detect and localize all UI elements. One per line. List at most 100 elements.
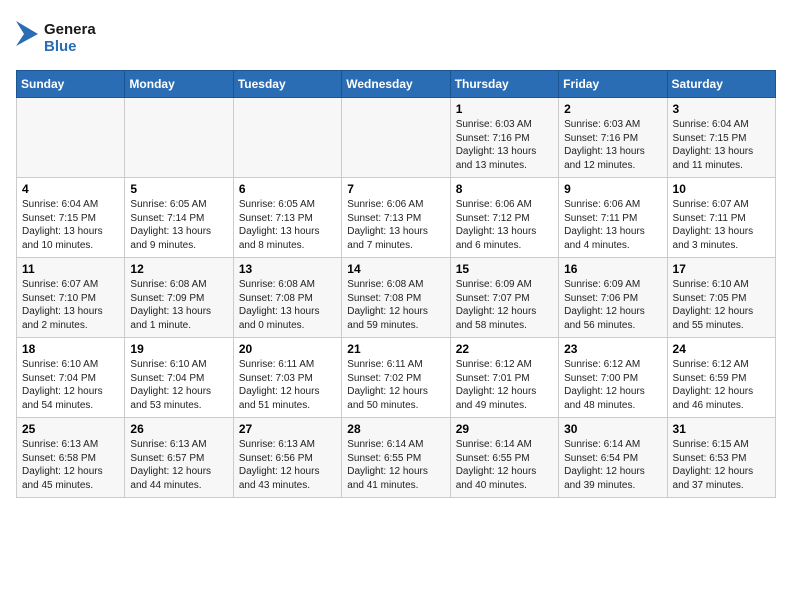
calendar-table: SundayMondayTuesdayWednesdayThursdayFrid… — [16, 70, 776, 498]
svg-text:Blue: Blue — [44, 38, 77, 55]
day-info: Sunrise: 6:08 AM Sunset: 7:08 PM Dayligh… — [347, 278, 444, 332]
calendar-cell-week0-day2 — [233, 98, 341, 178]
day-number: 29 — [456, 422, 553, 436]
calendar-cell-week2-day6: 17 Sunrise: 6:10 AM Sunset: 7:05 PM Dayli… — [667, 258, 775, 338]
calendar-cell-week4-day5: 30 Sunrise: 6:14 AM Sunset: 6:54 PM Dayli… — [559, 418, 667, 498]
day-info: Sunrise: 6:10 AM Sunset: 7:05 PM Dayligh… — [673, 278, 770, 332]
day-number: 20 — [239, 342, 336, 356]
day-number: 27 — [239, 422, 336, 436]
day-number: 31 — [673, 422, 770, 436]
weekday-header-thursday: Thursday — [450, 71, 558, 98]
day-info: Sunrise: 6:13 AM Sunset: 6:56 PM Dayligh… — [239, 438, 336, 492]
calendar-cell-week2-day2: 13 Sunrise: 6:08 AM Sunset: 7:08 PM Dayli… — [233, 258, 341, 338]
day-number: 1 — [456, 102, 553, 116]
weekday-header-wednesday: Wednesday — [342, 71, 450, 98]
day-number: 15 — [456, 262, 553, 276]
day-number: 17 — [673, 262, 770, 276]
calendar-cell-week1-day6: 10Sunrise: 6:07 AM Sunset: 7:11 PM Dayli… — [667, 178, 775, 258]
calendar-cell-week2-day1: 12 Sunrise: 6:08 AM Sunset: 7:09 PM Dayli… — [125, 258, 233, 338]
calendar-cell-week2-day5: 16Sunrise: 6:09 AM Sunset: 7:06 PM Dayli… — [559, 258, 667, 338]
day-number: 2 — [564, 102, 661, 116]
logo-svg: GeneralBlue — [16, 16, 96, 60]
weekday-header-tuesday: Tuesday — [233, 71, 341, 98]
calendar-cell-week1-day5: 9 Sunrise: 6:06 AM Sunset: 7:11 PM Daylig… — [559, 178, 667, 258]
day-info: Sunrise: 6:14 AM Sunset: 6:55 PM Dayligh… — [347, 438, 444, 492]
calendar-cell-week4-day4: 29 Sunrise: 6:14 AM Sunset: 6:55 PM Dayli… — [450, 418, 558, 498]
day-number: 28 — [347, 422, 444, 436]
day-info: Sunrise: 6:08 AM Sunset: 7:08 PM Dayligh… — [239, 278, 336, 332]
calendar-cell-week3-day6: 24 Sunrise: 6:12 AM Sunset: 6:59 PM Dayli… — [667, 338, 775, 418]
day-info: Sunrise: 6:03 AM Sunset: 7:16 PM Dayligh… — [456, 118, 553, 172]
day-info: Sunrise: 6:04 AM Sunset: 7:15 PM Dayligh… — [22, 198, 119, 252]
calendar-cell-week3-day5: 23 Sunrise: 6:12 AM Sunset: 7:00 PM Dayli… — [559, 338, 667, 418]
calendar-cell-week0-day5: 2 Sunrise: 6:03 AM Sunset: 7:16 PM Daylig… — [559, 98, 667, 178]
day-number: 24 — [673, 342, 770, 356]
day-number: 11 — [22, 262, 119, 276]
day-number: 26 — [130, 422, 227, 436]
day-info: Sunrise: 6:12 AM Sunset: 6:59 PM Dayligh… — [673, 358, 770, 412]
calendar-cell-week3-day4: 22 Sunrise: 6:12 AM Sunset: 7:01 PM Dayli… — [450, 338, 558, 418]
day-number: 7 — [347, 182, 444, 196]
day-info: Sunrise: 6:11 AM Sunset: 7:02 PM Dayligh… — [347, 358, 444, 412]
calendar-cell-week2-day0: 11 Sunrise: 6:07 AM Sunset: 7:10 PM Dayli… — [17, 258, 125, 338]
logo: GeneralBlue — [16, 16, 96, 60]
day-number: 6 — [239, 182, 336, 196]
day-info: Sunrise: 6:09 AM Sunset: 7:07 PM Dayligh… — [456, 278, 553, 332]
day-info: Sunrise: 6:13 AM Sunset: 6:57 PM Dayligh… — [130, 438, 227, 492]
day-info: Sunrise: 6:07 AM Sunset: 7:11 PM Dayligh… — [673, 198, 770, 252]
calendar-cell-week3-day3: 21 Sunrise: 6:11 AM Sunset: 7:02 PM Dayli… — [342, 338, 450, 418]
day-info: Sunrise: 6:10 AM Sunset: 7:04 PM Dayligh… — [22, 358, 119, 412]
day-info: Sunrise: 6:14 AM Sunset: 6:55 PM Dayligh… — [456, 438, 553, 492]
day-number: 30 — [564, 422, 661, 436]
weekday-header-saturday: Saturday — [667, 71, 775, 98]
calendar-cell-week4-day0: 25 Sunrise: 6:13 AM Sunset: 6:58 PM Dayli… — [17, 418, 125, 498]
calendar-cell-week1-day3: 7 Sunrise: 6:06 AM Sunset: 7:13 PM Daylig… — [342, 178, 450, 258]
calendar-cell-week0-day4: 1 Sunrise: 6:03 AM Sunset: 7:16 PM Daylig… — [450, 98, 558, 178]
day-number: 8 — [456, 182, 553, 196]
day-info: Sunrise: 6:12 AM Sunset: 7:01 PM Dayligh… — [456, 358, 553, 412]
day-info: Sunrise: 6:08 AM Sunset: 7:09 PM Dayligh… — [130, 278, 227, 332]
day-number: 9 — [564, 182, 661, 196]
calendar-cell-week2-day4: 15 Sunrise: 6:09 AM Sunset: 7:07 PM Dayli… — [450, 258, 558, 338]
day-info: Sunrise: 6:15 AM Sunset: 6:53 PM Dayligh… — [673, 438, 770, 492]
calendar-cell-week1-day2: 6 Sunrise: 6:05 AM Sunset: 7:13 PM Daylig… — [233, 178, 341, 258]
calendar-cell-week0-day0 — [17, 98, 125, 178]
weekday-header-monday: Monday — [125, 71, 233, 98]
calendar-cell-week3-day2: 20 Sunrise: 6:11 AM Sunset: 7:03 PM Dayli… — [233, 338, 341, 418]
day-number: 25 — [22, 422, 119, 436]
day-info: Sunrise: 6:12 AM Sunset: 7:00 PM Dayligh… — [564, 358, 661, 412]
calendar-cell-week3-day1: 19Sunrise: 6:10 AM Sunset: 7:04 PM Dayli… — [125, 338, 233, 418]
day-info: Sunrise: 6:14 AM Sunset: 6:54 PM Dayligh… — [564, 438, 661, 492]
day-info: Sunrise: 6:03 AM Sunset: 7:16 PM Dayligh… — [564, 118, 661, 172]
weekday-header-sunday: Sunday — [17, 71, 125, 98]
day-number: 13 — [239, 262, 336, 276]
day-number: 22 — [456, 342, 553, 356]
day-number: 23 — [564, 342, 661, 356]
day-info: Sunrise: 6:07 AM Sunset: 7:10 PM Dayligh… — [22, 278, 119, 332]
day-info: Sunrise: 6:11 AM Sunset: 7:03 PM Dayligh… — [239, 358, 336, 412]
day-number: 16 — [564, 262, 661, 276]
calendar-cell-week0-day1 — [125, 98, 233, 178]
day-info: Sunrise: 6:13 AM Sunset: 6:58 PM Dayligh… — [22, 438, 119, 492]
day-number: 21 — [347, 342, 444, 356]
day-number: 14 — [347, 262, 444, 276]
calendar-cell-week1-day1: 5Sunrise: 6:05 AM Sunset: 7:14 PM Daylig… — [125, 178, 233, 258]
calendar-cell-week4-day3: 28 Sunrise: 6:14 AM Sunset: 6:55 PM Dayli… — [342, 418, 450, 498]
day-number: 18 — [22, 342, 119, 356]
page-header: GeneralBlue — [16, 16, 776, 60]
calendar-cell-week3-day0: 18 Sunrise: 6:10 AM Sunset: 7:04 PM Dayli… — [17, 338, 125, 418]
calendar-cell-week2-day3: 14 Sunrise: 6:08 AM Sunset: 7:08 PM Dayli… — [342, 258, 450, 338]
day-info: Sunrise: 6:05 AM Sunset: 7:13 PM Dayligh… — [239, 198, 336, 252]
day-info: Sunrise: 6:06 AM Sunset: 7:11 PM Dayligh… — [564, 198, 661, 252]
day-info: Sunrise: 6:06 AM Sunset: 7:12 PM Dayligh… — [456, 198, 553, 252]
calendar-cell-week0-day6: 3Sunrise: 6:04 AM Sunset: 7:15 PM Daylig… — [667, 98, 775, 178]
day-info: Sunrise: 6:06 AM Sunset: 7:13 PM Dayligh… — [347, 198, 444, 252]
calendar-cell-week1-day0: 4 Sunrise: 6:04 AM Sunset: 7:15 PM Daylig… — [17, 178, 125, 258]
calendar-cell-week0-day3 — [342, 98, 450, 178]
day-number: 4 — [22, 182, 119, 196]
calendar-cell-week4-day1: 26 Sunrise: 6:13 AM Sunset: 6:57 PM Dayli… — [125, 418, 233, 498]
calendar-cell-week4-day2: 27 Sunrise: 6:13 AM Sunset: 6:56 PM Dayli… — [233, 418, 341, 498]
day-number: 12 — [130, 262, 227, 276]
day-number: 19 — [130, 342, 227, 356]
day-number: 5 — [130, 182, 227, 196]
